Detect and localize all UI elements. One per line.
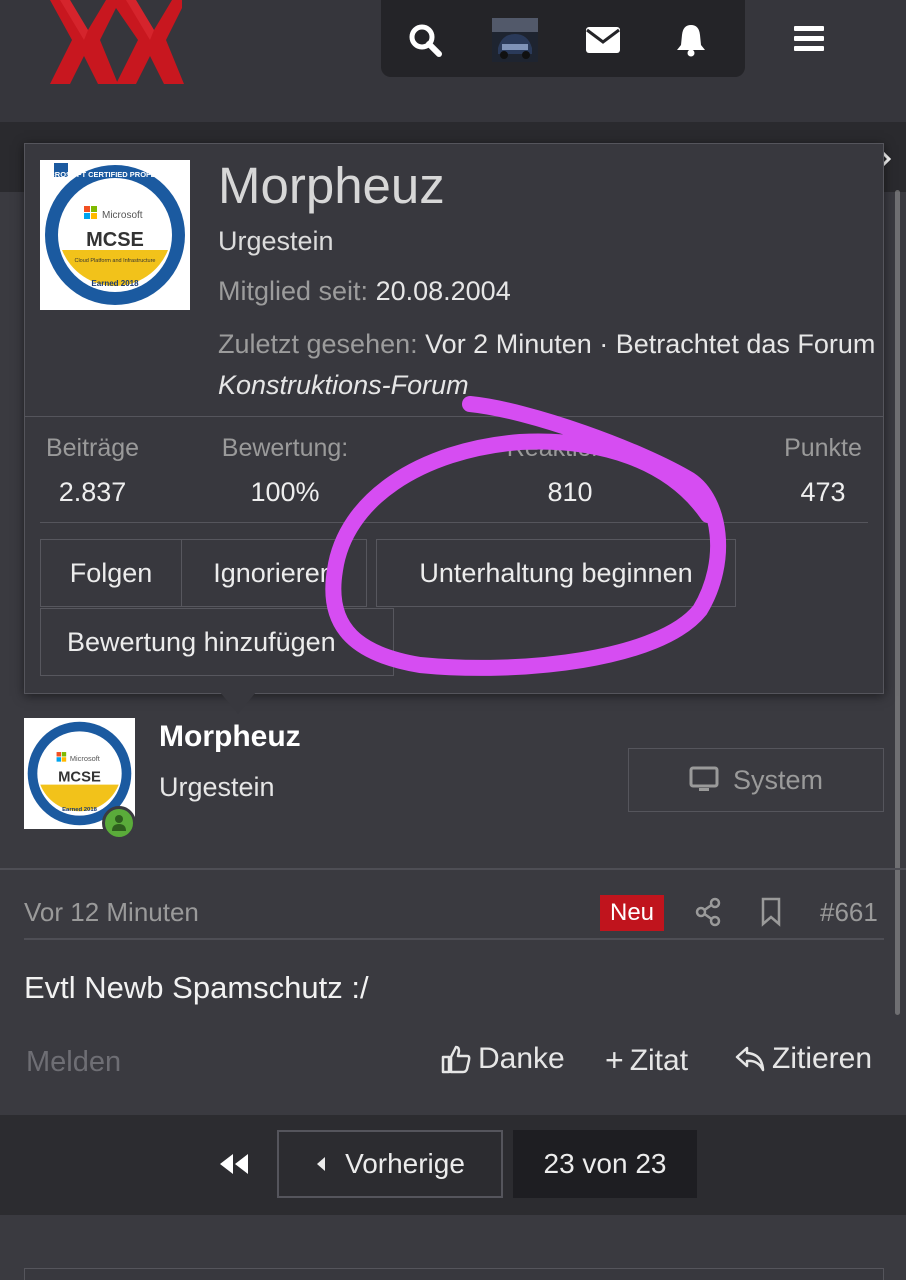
badge-text-earned: Earned 2018	[91, 279, 139, 288]
badge-text-certified: MICROSOFT CERTIFIED PROFESSIONAL	[41, 170, 189, 179]
stat-reactions[interactable]: Reaktionen 810	[430, 434, 710, 508]
divider	[0, 868, 906, 870]
stat-value: 473	[800, 477, 846, 507]
member-since: Mitglied seit: 20.08.2004	[218, 276, 511, 307]
tooltip-username[interactable]: Morpheuz	[218, 156, 445, 215]
reply-quote-label: Zitieren	[772, 1042, 873, 1075]
post-author-name[interactable]: Morpheuz	[159, 720, 301, 754]
activity-forum-link[interactable]: Konstruktions-Forum	[218, 370, 469, 400]
multiquote-label: Zitat	[629, 1043, 689, 1077]
scrollbar[interactable]	[895, 190, 900, 1015]
header-nav-group	[381, 0, 745, 77]
footer-block	[24, 1268, 884, 1280]
stat-value: 810	[547, 477, 593, 507]
online-status-icon	[102, 806, 136, 840]
bell-icon[interactable]	[669, 18, 713, 62]
reply-quote-button[interactable]: Zitieren	[734, 1042, 872, 1076]
stat-label: Bewertung:	[221, 434, 349, 462]
menu-icon[interactable]	[790, 22, 828, 56]
member-since-label: Mitglied seit:	[218, 276, 369, 306]
divider	[40, 522, 868, 523]
envelope-icon[interactable]	[581, 18, 625, 62]
first-page-icon[interactable]	[200, 1130, 268, 1198]
badge-text-mcse: MCSE	[86, 229, 144, 251]
badge-text-mcse: MCSE	[58, 770, 101, 786]
stat-label: Beiträge	[45, 434, 140, 462]
follow-button[interactable]: Folgen	[40, 539, 182, 607]
stat-value: 100%	[250, 477, 320, 507]
bookmark-icon[interactable]	[760, 897, 782, 927]
plus-icon: +	[605, 1042, 624, 1078]
last-seen-label: Zuletzt gesehen:	[218, 329, 418, 359]
site-logo[interactable]	[46, 0, 186, 84]
profile-avatar[interactable]	[491, 18, 539, 62]
last-seen: Zuletzt gesehen: Vor 2 Minuten · Betrach…	[218, 324, 878, 406]
search-icon[interactable]	[403, 18, 447, 62]
thanks-button[interactable]: Danke	[440, 1042, 565, 1076]
tooltip-user-title: Urgestein	[218, 226, 334, 256]
post-body: Evtl Newb Spamschutz :/	[24, 970, 369, 1005]
caret-left-icon	[317, 1157, 326, 1171]
badge-text-earned: Earned 2018	[62, 807, 98, 813]
post-number[interactable]: #661	[820, 897, 878, 928]
multiquote-button[interactable]: + Zitat	[605, 1042, 688, 1079]
ignore-button[interactable]: Ignorieren	[181, 539, 367, 607]
last-seen-value: Vor 2 Minuten	[425, 329, 592, 359]
post-timestamp[interactable]: Vor 12 Minuten	[24, 897, 199, 928]
start-conversation-button[interactable]: Unterhaltung beginnen	[376, 539, 736, 607]
stat-points[interactable]: Punkte 473	[773, 434, 873, 508]
previous-label: Vorherige	[345, 1148, 465, 1179]
thanks-label: Danke	[478, 1042, 565, 1075]
badge-text-microsoft: Microsoft	[70, 754, 100, 763]
site-header	[0, 0, 906, 122]
new-badge: Neu	[600, 895, 664, 931]
system-button-label: System	[732, 764, 824, 795]
page-indicator[interactable]: 23 von 23	[513, 1130, 697, 1198]
previous-page-button[interactable]: Vorherige	[277, 1130, 503, 1198]
share-icon[interactable]	[694, 897, 722, 927]
monitor-icon	[689, 766, 719, 791]
tooltip-avatar[interactable]: MICROSOFT CERTIFIED PROFESSIONAL Microso…	[40, 160, 190, 310]
stat-rating[interactable]: Bewertung: 100%	[215, 434, 355, 508]
tooltip-arrow	[220, 692, 256, 714]
post-author-title: Urgestein	[159, 772, 275, 802]
report-link[interactable]: Melden	[26, 1046, 121, 1079]
member-tooltip: MICROSOFT CERTIFIED PROFESSIONAL Microso…	[24, 143, 884, 694]
divider	[25, 416, 883, 417]
badge-text-track: Cloud Platform and Infrastructure	[74, 258, 155, 264]
reply-icon	[735, 1046, 765, 1072]
stat-posts[interactable]: Beiträge 2.837	[40, 434, 145, 508]
thumbs-up-icon	[441, 1045, 471, 1074]
add-rating-button[interactable]: Bewertung hinzufügen	[40, 608, 394, 676]
system-button[interactable]: System	[628, 748, 884, 812]
divider	[24, 938, 884, 940]
stat-label: Reaktionen	[506, 434, 634, 462]
member-since-value: 20.08.2004	[375, 276, 511, 306]
activity-text: · Betrachtet das Forum	[591, 329, 876, 359]
stat-label: Punkte	[784, 434, 862, 462]
badge-text-microsoft: Microsoft	[102, 210, 143, 221]
stat-value: 2.837	[58, 477, 127, 507]
